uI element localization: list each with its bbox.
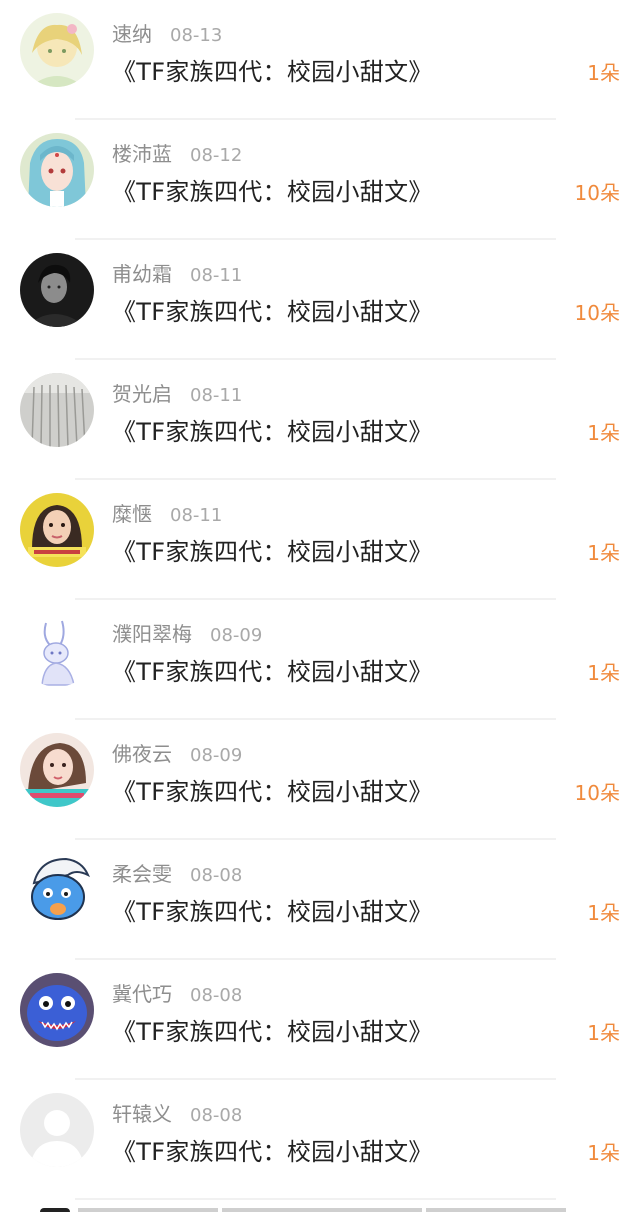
avatar-icon[interactable] [20, 973, 94, 1047]
flower-count: 1朵 [587, 421, 620, 445]
avatar-icon[interactable] [20, 253, 94, 327]
gift-record-list: 速纳 08-13 《TF家族四代：校园小甜文》 1朵 楼沛蓝 08-12 《TF家族… [0, 0, 640, 1200]
list-item[interactable]: 甫幼霜 08-11 《TF家族四代：校园小甜文》 10朵 [0, 240, 640, 360]
avatar-blue-monster [20, 973, 94, 1047]
flower-count: 1朵 [587, 61, 620, 85]
user-name-text: 冀代巧 [112, 982, 172, 1006]
user-name-text: 糜惬 [112, 502, 152, 526]
avatar-icon[interactable] [20, 613, 94, 687]
user-name-text: 甫幼霜 [112, 262, 172, 286]
avatar-anime-bluehair [20, 133, 94, 207]
user-name-text: 佛夜云 [112, 742, 172, 766]
avatar-dark-portrait [20, 253, 94, 327]
avatar-girl-yellow [20, 493, 94, 567]
avatar-icon[interactable] [20, 373, 94, 447]
book-title[interactable]: 《TF家族四代：校园小甜文》 [112, 1132, 433, 1167]
user-name: 濮阳翠梅 08-09 [112, 618, 262, 647]
divider [222, 1208, 422, 1212]
avatar-anime-blonde [20, 13, 94, 87]
user-name-text: 楼沛蓝 [112, 142, 172, 166]
user-name-text: 濮阳翠梅 [112, 622, 192, 646]
list-item[interactable]: 柔会雯 08-08 《TF家族四代：校园小甜文》 1朵 [0, 840, 640, 960]
avatar-default-placeholder [20, 1093, 94, 1167]
avatar-icon[interactable] [20, 133, 94, 207]
avatar-grey-curtain [20, 373, 94, 447]
flower-count: 10朵 [574, 181, 620, 205]
date-label: 08-11 [170, 505, 223, 526]
date-label: 08-08 [190, 1105, 243, 1126]
user-name: 楼沛蓝 08-12 [112, 138, 242, 167]
list-item[interactable]: 贺光启 08-11 《TF家族四代：校园小甜文》 1朵 [0, 360, 640, 480]
book-title[interactable]: 《TF家族四代：校园小甜文》 [112, 292, 433, 327]
avatar-blue-cartoon [20, 853, 94, 927]
date-label: 08-08 [190, 865, 243, 886]
flower-count: 10朵 [574, 301, 620, 325]
avatar-icon[interactable] [20, 13, 94, 87]
list-item[interactable]: 速纳 08-13 《TF家族四代：校园小甜文》 1朵 [0, 0, 640, 120]
divider [426, 1208, 566, 1212]
list-item[interactable]: 佛夜云 08-09 《TF家族四代：校园小甜文》 10朵 [0, 720, 640, 840]
user-name: 速纳 08-13 [112, 18, 222, 47]
avatar-icon[interactable] [20, 853, 94, 927]
next-row-edge [0, 1200, 640, 1212]
list-item[interactable]: 濮阳翠梅 08-09 《TF家族四代：校园小甜文》 1朵 [0, 600, 640, 720]
book-title[interactable]: 《TF家族四代：校园小甜文》 [112, 772, 433, 807]
flower-count: 1朵 [587, 1021, 620, 1045]
user-name: 贺光启 08-11 [112, 378, 242, 407]
avatar-icon[interactable] [20, 493, 94, 567]
list-item[interactable]: 糜惬 08-11 《TF家族四代：校园小甜文》 1朵 [0, 480, 640, 600]
date-label: 08-11 [190, 265, 243, 286]
date-label: 08-08 [190, 985, 243, 1006]
book-title[interactable]: 《TF家族四代：校园小甜文》 [112, 532, 433, 567]
book-title[interactable]: 《TF家族四代：校园小甜文》 [112, 892, 433, 927]
user-name: 甫幼霜 08-11 [112, 258, 242, 287]
flower-count: 1朵 [587, 541, 620, 565]
date-label: 08-12 [190, 145, 243, 166]
book-title[interactable]: 《TF家族四代：校园小甜文》 [112, 412, 433, 447]
user-name: 轩辕义 08-08 [112, 1098, 242, 1127]
book-title[interactable]: 《TF家族四代：校园小甜文》 [112, 652, 433, 687]
date-label: 08-09 [190, 745, 243, 766]
user-name: 糜惬 08-11 [112, 498, 222, 527]
date-label: 08-13 [170, 25, 223, 46]
flower-count: 1朵 [587, 1141, 620, 1165]
flower-count: 10朵 [574, 781, 620, 805]
avatar-icon[interactable] [20, 733, 94, 807]
user-name: 冀代巧 08-08 [112, 978, 242, 1007]
avatar-icon[interactable] [20, 1093, 94, 1167]
avatar-bunny-sketch [20, 613, 94, 687]
list-item[interactable]: 冀代巧 08-08 《TF家族四代：校园小甜文》 1朵 [0, 960, 640, 1080]
avatar-girl-cyan [20, 733, 94, 807]
user-name-text: 柔会雯 [112, 862, 172, 886]
flower-count: 1朵 [587, 901, 620, 925]
book-title[interactable]: 《TF家族四代：校园小甜文》 [112, 52, 433, 87]
date-label: 08-11 [190, 385, 243, 406]
list-item[interactable]: 楼沛蓝 08-12 《TF家族四代：校园小甜文》 10朵 [0, 120, 640, 240]
user-name-text: 轩辕义 [112, 1102, 172, 1126]
user-name: 佛夜云 08-09 [112, 738, 242, 767]
book-title[interactable]: 《TF家族四代：校园小甜文》 [112, 1012, 433, 1047]
book-title[interactable]: 《TF家族四代：校园小甜文》 [112, 172, 433, 207]
list-item[interactable]: 轩辕义 08-08 《TF家族四代：校园小甜文》 1朵 [0, 1080, 640, 1200]
next-avatar-edge [40, 1208, 70, 1212]
user-name: 柔会雯 08-08 [112, 858, 242, 887]
flower-count: 1朵 [587, 661, 620, 685]
divider [78, 1208, 218, 1212]
date-label: 08-09 [210, 625, 263, 646]
user-name-text: 速纳 [112, 22, 152, 46]
user-name-text: 贺光启 [112, 382, 172, 406]
